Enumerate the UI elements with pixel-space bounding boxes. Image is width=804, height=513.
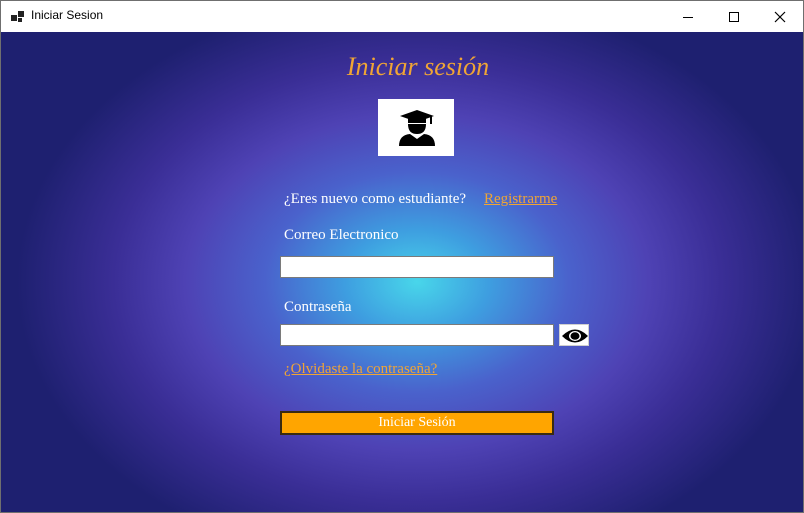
login-window: Iniciar Sesion Iniciar sesión ¿Eres nuev… xyxy=(0,0,804,513)
title-bar[interactable]: Iniciar Sesion xyxy=(1,1,803,32)
email-field[interactable] xyxy=(280,256,554,278)
close-icon xyxy=(774,11,786,23)
graduate-student-icon xyxy=(399,110,435,146)
logo xyxy=(378,99,454,156)
email-label: Correo Electronico xyxy=(284,227,399,243)
login-panel: Iniciar sesión ¿Eres nuevo como estudian… xyxy=(1,32,803,512)
page-title: Iniciar sesión xyxy=(346,52,490,81)
close-button[interactable] xyxy=(757,1,803,32)
register-link[interactable]: Registrarme xyxy=(484,191,557,208)
maximize-icon xyxy=(729,12,739,22)
forgot-password-link[interactable]: ¿Olvidaste la contraseña? xyxy=(284,361,437,378)
login-button[interactable]: Iniciar Sesión xyxy=(280,411,554,435)
minimize-button[interactable] xyxy=(665,1,711,32)
new-student-prompt: ¿Eres nuevo como estudiante? xyxy=(284,191,467,207)
password-label: Contraseña xyxy=(284,299,352,315)
eye-icon xyxy=(562,329,588,343)
show-password-button[interactable] xyxy=(559,324,589,346)
window-title: Iniciar Sesion xyxy=(31,8,104,22)
minimize-icon xyxy=(683,17,693,18)
maximize-button[interactable] xyxy=(711,1,757,32)
password-field[interactable] xyxy=(280,324,554,346)
app-window-icon xyxy=(11,10,25,24)
